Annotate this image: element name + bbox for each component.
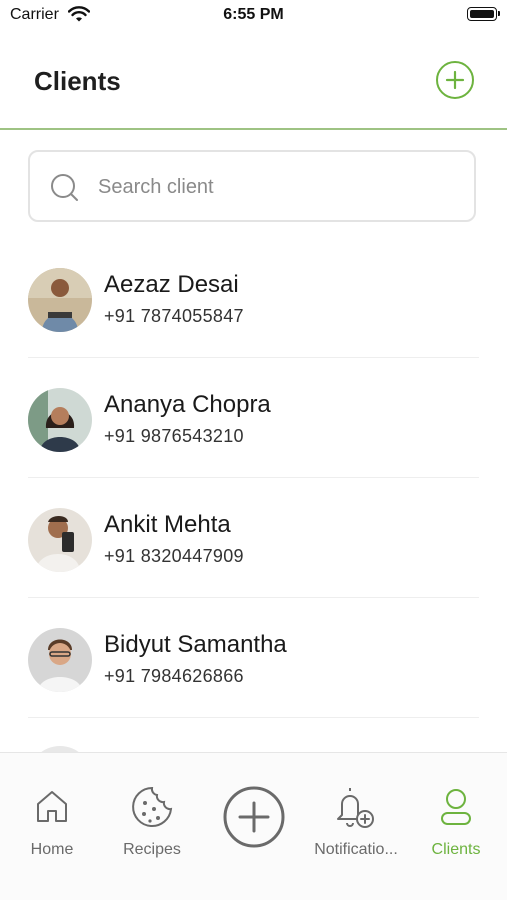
client-row[interactable]: Ananya Chopra +91 9876543210 bbox=[28, 358, 479, 478]
status-bar: Carrier 6:55 PM bbox=[0, 0, 507, 32]
avatar bbox=[28, 388, 92, 452]
client-phone: +91 7984626866 bbox=[104, 666, 244, 686]
tab-recipes[interactable]: Recipes bbox=[112, 753, 192, 873]
plus-circle-icon bbox=[445, 70, 465, 90]
client-list: Aezaz Desai +91 7874055847 Ananya Chopra… bbox=[0, 238, 507, 752]
status-time: 6:55 PM bbox=[223, 6, 284, 23]
search-input[interactable] bbox=[96, 166, 460, 208]
tab-label: Home bbox=[30, 841, 74, 858]
tab-label: Clients bbox=[431, 841, 481, 858]
user-icon bbox=[441, 789, 471, 825]
client-phone: +91 9876543210 bbox=[104, 426, 244, 446]
client-name: Aezaz Desai bbox=[104, 271, 239, 298]
search-bar bbox=[28, 150, 476, 222]
tab-notifications[interactable]: Notificatio... bbox=[306, 753, 406, 873]
client-row[interactable]: Bidyut Samantha +91 7984626866 bbox=[28, 598, 479, 718]
plus-circle-icon bbox=[223, 786, 285, 848]
client-row[interactable]: Ankit Mehta +91 8320447909 bbox=[28, 478, 479, 598]
page-title: Clients bbox=[34, 66, 121, 96]
home-icon bbox=[37, 791, 67, 822]
bell-plus-icon bbox=[337, 788, 374, 828]
client-phone: +91 7874055847 bbox=[104, 306, 244, 326]
tab-label: Recipes bbox=[123, 841, 181, 858]
battery-icon bbox=[467, 7, 500, 21]
client-name: Bidyut Samantha bbox=[104, 631, 287, 658]
avatar bbox=[28, 628, 92, 692]
avatar bbox=[28, 508, 92, 572]
client-name: Ananya Chopra bbox=[104, 391, 271, 418]
tab-clients[interactable]: Clients bbox=[416, 753, 496, 873]
client-row[interactable]: Aezaz Desai +91 7874055847 bbox=[28, 238, 479, 358]
add-client-button[interactable] bbox=[436, 61, 474, 99]
tab-label: Notificatio... bbox=[314, 841, 398, 858]
tab-bar: Home Recipes Notificatio... Clients bbox=[0, 752, 507, 900]
search-icon bbox=[51, 174, 78, 201]
client-phone: +91 8320447909 bbox=[104, 546, 244, 566]
client-name: Ankit Mehta bbox=[104, 511, 231, 538]
avatar bbox=[28, 268, 92, 332]
cookie-icon bbox=[132, 786, 173, 827]
tab-add[interactable] bbox=[214, 753, 294, 873]
header: Clients bbox=[0, 40, 507, 130]
tab-home[interactable]: Home bbox=[12, 753, 92, 873]
